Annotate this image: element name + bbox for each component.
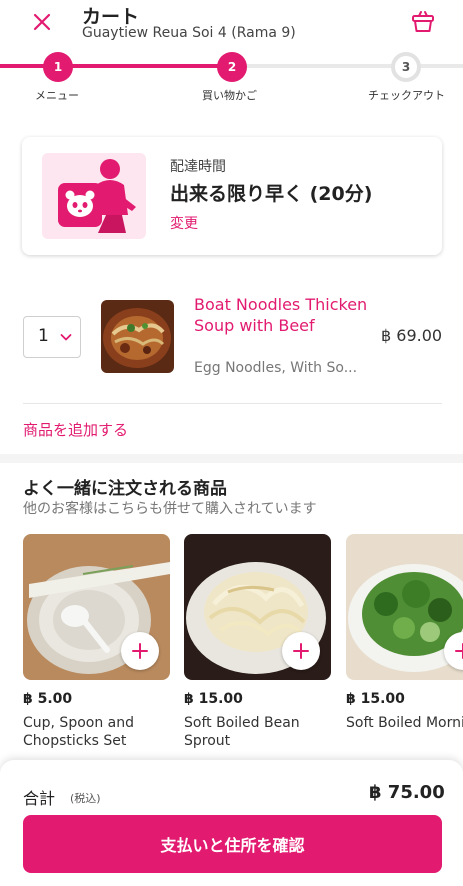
checkout-progress: 1 2 3 メニュー 買い物かご チェックアウト: [0, 50, 463, 110]
delivery-time-label: 配達時間: [170, 159, 226, 175]
step-menu-label: メニュー: [35, 89, 79, 102]
recommended-item-price: ฿ 5.00: [23, 691, 73, 707]
step-cart-label: 買い物かご: [202, 89, 257, 102]
plus-icon: [455, 643, 463, 659]
item-price: ฿ 69.00: [381, 326, 443, 345]
total-label: 合計: [23, 789, 56, 808]
total-value: ฿ 75.00: [369, 782, 445, 803]
step-checkout-label: チェックアウト: [368, 89, 445, 102]
step-menu-marker[interactable]: 1: [43, 52, 73, 82]
tax-included-label: (税込): [70, 792, 101, 805]
plus-icon: [293, 643, 309, 659]
close-button[interactable]: [30, 10, 54, 34]
recommended-item[interactable]: ฿ 15.00 Soft Boiled Bean Sprout: [184, 534, 331, 754]
add-items-link[interactable]: 商品を追加する: [23, 419, 128, 440]
step-checkout-marker: 3: [391, 52, 421, 82]
quantity-value: 1: [38, 326, 49, 346]
recommended-item-name: Cup, Spoon and Chopsticks Set: [23, 715, 135, 749]
item-name[interactable]: Boat Noodles Thicken Soup with Beef: [194, 294, 370, 336]
close-icon: [33, 13, 51, 31]
add-recommended-button[interactable]: [121, 632, 159, 670]
recommended-item-price: ฿ 15.00: [346, 691, 405, 707]
section-divider: [0, 454, 463, 463]
item-photo: [101, 300, 174, 373]
delivery-time-card: 配達時間 出来る限り早く (20分) 変更: [22, 137, 442, 255]
recommended-item[interactable]: ฿ 5.00 Cup, Spoon and Chopsticks Set: [23, 534, 170, 754]
app-header: カート Guaytiew Reua Soi 4 (Rama 9): [0, 0, 463, 50]
item-description: Egg Noodles, With So...: [194, 360, 358, 376]
quantity-select[interactable]: 1: [23, 316, 81, 358]
courier-illustration: [36, 149, 154, 243]
add-recommended-button[interactable]: [282, 632, 320, 670]
basket-button[interactable]: [410, 9, 436, 35]
change-delivery-link[interactable]: 変更: [170, 213, 198, 233]
recommendations-subtitle: 他のお客様はこちらも併せて購入されています: [23, 501, 317, 517]
progress-fill: [0, 64, 232, 68]
basket-icon: [412, 11, 434, 32]
chevron-down-icon: [60, 334, 72, 341]
review-payment-button[interactable]: 支払いと住所を確認: [23, 815, 442, 873]
recommended-item-name: Soft Boiled Bean Sprout: [184, 715, 300, 749]
recommended-item-price: ฿ 15.00: [184, 691, 243, 707]
restaurant-name: Guaytiew Reua Soi 4 (Rama 9): [82, 25, 296, 41]
step-cart-marker[interactable]: 2: [217, 52, 247, 82]
divider: [23, 403, 442, 404]
recommendations-title: よく一緒に注文される商品: [23, 479, 227, 499]
recommended-item[interactable]: ฿ 15.00 Soft Boiled Morning Glory: [346, 534, 463, 754]
delivery-time-value: 出来る限り早く (20分): [170, 183, 373, 205]
recommended-item-name: Soft Boiled Morning Glory: [346, 715, 463, 731]
plus-icon: [132, 643, 148, 659]
order-summary-bar: 合計 (税込) ฿ 75.00 支払いと住所を確認: [0, 760, 463, 886]
